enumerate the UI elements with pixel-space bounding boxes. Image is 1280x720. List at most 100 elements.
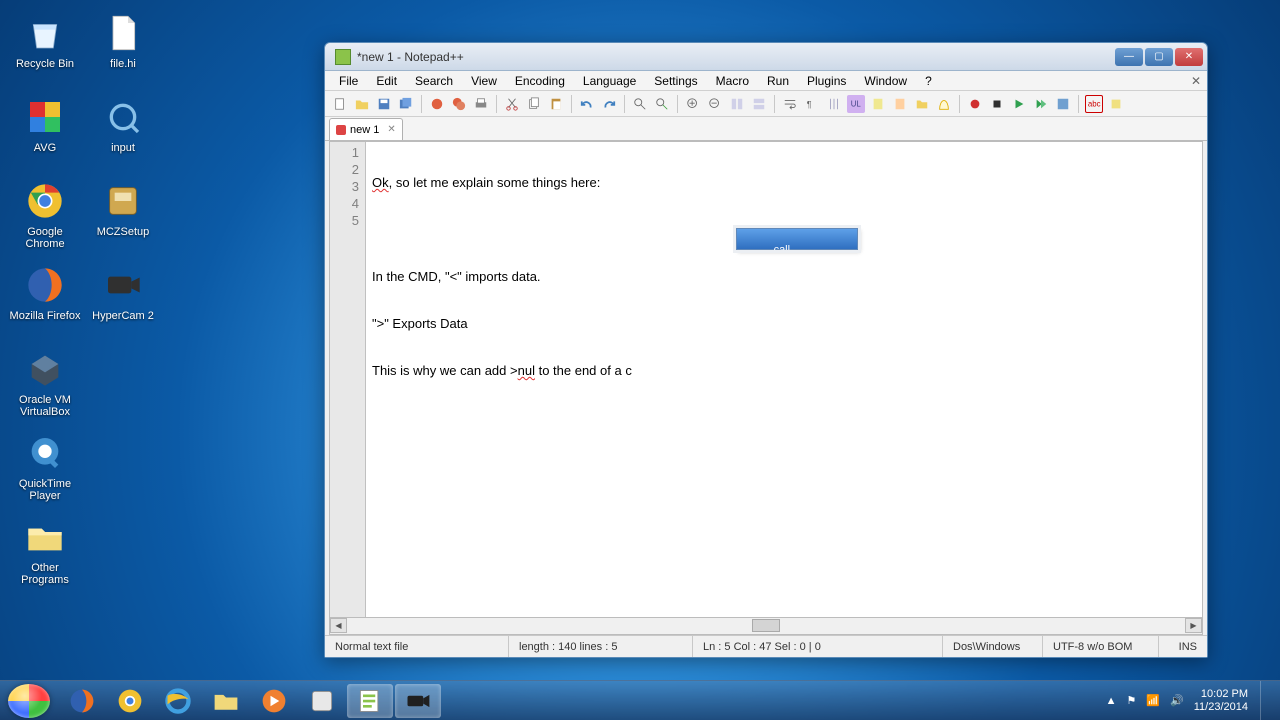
spellcheck-button[interactable]: abc — [1085, 95, 1103, 113]
tab-new-1[interactable]: new 1 ✕ — [329, 118, 403, 140]
open-file-button[interactable] — [353, 95, 371, 113]
system-tray[interactable]: ▲ ⚑ 📶 🔊 10:02 PM 11/23/2014 — [1100, 688, 1254, 714]
maximize-button[interactable]: ▢ — [1145, 48, 1173, 66]
cut-button[interactable] — [503, 95, 521, 113]
menu-run[interactable]: Run — [759, 73, 797, 89]
close-button[interactable]: ✕ — [1175, 48, 1203, 66]
status-length: length : 140 lines : 5 — [509, 636, 693, 657]
menubar-close-icon[interactable]: ✕ — [1191, 74, 1201, 88]
tab-label: new 1 — [350, 124, 379, 136]
scroll-thumb[interactable] — [752, 619, 780, 632]
sync-v-button[interactable] — [728, 95, 746, 113]
save-button[interactable] — [375, 95, 393, 113]
taskbar-media[interactable] — [251, 684, 297, 718]
autocomplete-popup[interactable]: call — [736, 228, 858, 250]
taskbar-explorer[interactable] — [203, 684, 249, 718]
sync-h-button[interactable] — [750, 95, 768, 113]
statusbar: Normal text file length : 140 lines : 5 … — [325, 635, 1207, 657]
titlebar[interactable]: *new 1 - Notepad++ — ▢ ✕ — [325, 43, 1207, 71]
paste-button[interactable] — [547, 95, 565, 113]
menu-language[interactable]: Language — [575, 73, 644, 89]
menu-file[interactable]: File — [331, 73, 366, 89]
indent-guide-button[interactable] — [825, 95, 843, 113]
desktop-icon-google-chrome[interactable]: Google Chrome — [8, 176, 82, 260]
desktop-icon-file-hi[interactable]: file.hi — [86, 8, 160, 92]
menubar: File Edit Search View Encoding Language … — [325, 71, 1207, 91]
menu-settings[interactable]: Settings — [646, 73, 705, 89]
zoom-in-button[interactable] — [684, 95, 702, 113]
menu-plugins[interactable]: Plugins — [799, 73, 854, 89]
desktop-icon-hypercam2[interactable]: HyperCam 2 — [86, 260, 160, 344]
desktop-icon-recycle-bin[interactable]: Recycle Bin — [8, 8, 82, 92]
save-macro-button[interactable] — [1054, 95, 1072, 113]
desktop: Recycle Bin AVG Google Chrome Mozilla Fi… — [0, 0, 1280, 720]
tray-flag-icon[interactable]: ⚑ — [1126, 694, 1136, 707]
print-button[interactable] — [472, 95, 490, 113]
new-file-button[interactable] — [331, 95, 349, 113]
show-hide-button[interactable] — [1107, 95, 1125, 113]
wordwrap-button[interactable] — [781, 95, 799, 113]
taskbar: ▲ ⚑ 📶 🔊 10:02 PM 11/23/2014 — [0, 680, 1280, 720]
redo-button[interactable] — [600, 95, 618, 113]
close-all-button[interactable] — [450, 95, 468, 113]
tab-modified-icon — [336, 125, 346, 135]
copy-button[interactable] — [525, 95, 543, 113]
all-chars-button[interactable]: ¶ — [803, 95, 821, 113]
folder-view-button[interactable] — [913, 95, 931, 113]
taskbar-ie[interactable] — [155, 684, 201, 718]
menu-view[interactable]: View — [463, 73, 505, 89]
desktop-icons: Recycle Bin AVG Google Chrome Mozilla Fi… — [8, 8, 160, 596]
save-all-button[interactable] — [397, 95, 415, 113]
autocomplete-item[interactable]: call — [774, 244, 791, 256]
desktop-icon-avg[interactable]: AVG — [8, 92, 82, 176]
udl-button[interactable]: UL — [847, 95, 865, 113]
desktop-icon-input[interactable]: input — [86, 92, 160, 176]
code-area[interactable]: Ok, so let me explain some things here: … — [366, 142, 1202, 617]
tray-volume-icon[interactable]: 🔊 — [1170, 694, 1184, 707]
app-icon — [335, 49, 351, 65]
desktop-icon-quicktime-player[interactable]: QuickTime Player — [8, 428, 82, 512]
undo-button[interactable] — [578, 95, 596, 113]
close-file-button[interactable] — [428, 95, 446, 113]
svg-text:¶: ¶ — [807, 99, 812, 109]
monitor-button[interactable] — [935, 95, 953, 113]
taskbar-firefox[interactable] — [59, 684, 105, 718]
tray-network-icon[interactable]: 📶 — [1146, 694, 1160, 707]
taskbar-notepadpp[interactable] — [347, 684, 393, 718]
menu-macro[interactable]: Macro — [708, 73, 757, 89]
desktop-icon-mczsetup[interactable]: MCZSetup — [86, 176, 160, 260]
editor[interactable]: 1 2 3 4 5 Ok, so let me explain some thi… — [329, 141, 1203, 618]
line-number-gutter: 1 2 3 4 5 — [330, 142, 366, 617]
taskbar-generic[interactable] — [299, 684, 345, 718]
show-desktop-button[interactable] — [1260, 681, 1272, 720]
tray-clock[interactable]: 10:02 PM 11/23/2014 — [1194, 688, 1248, 714]
taskbar-chrome[interactable] — [107, 684, 153, 718]
menu-help[interactable]: ? — [917, 73, 940, 89]
tabbar: new 1 ✕ — [325, 117, 1207, 141]
find-button[interactable] — [631, 95, 649, 113]
menu-edit[interactable]: Edit — [368, 73, 405, 89]
start-button[interactable] — [8, 684, 50, 718]
doc-map-button[interactable] — [869, 95, 887, 113]
desktop-icon-mozilla-firefox[interactable]: Mozilla Firefox — [8, 260, 82, 344]
menu-encoding[interactable]: Encoding — [507, 73, 573, 89]
tab-close-icon[interactable]: ✕ — [387, 124, 395, 135]
menu-window[interactable]: Window — [856, 73, 915, 89]
replace-button[interactable] — [653, 95, 671, 113]
scroll-left-button[interactable]: ◀ — [330, 618, 347, 633]
play-macro-button[interactable] — [1010, 95, 1028, 113]
scroll-right-button[interactable]: ▶ — [1185, 618, 1202, 633]
menu-search[interactable]: Search — [407, 73, 461, 89]
zoom-out-button[interactable] — [706, 95, 724, 113]
tray-chevron-icon[interactable]: ▲ — [1106, 695, 1117, 707]
play-multi-button[interactable] — [1032, 95, 1050, 113]
minimize-button[interactable]: — — [1115, 48, 1143, 66]
horizontal-scrollbar[interactable]: ◀ ▶ — [329, 618, 1203, 635]
status-position: Ln : 5 Col : 47 Sel : 0 | 0 — [693, 636, 943, 657]
desktop-icon-oracle-vm-virtualbox[interactable]: Oracle VM VirtualBox — [8, 344, 82, 428]
stop-macro-button[interactable] — [988, 95, 1006, 113]
func-list-button[interactable] — [891, 95, 909, 113]
desktop-icon-other-programs[interactable]: Other Programs — [8, 512, 82, 596]
record-macro-button[interactable] — [966, 95, 984, 113]
taskbar-hypercam[interactable] — [395, 684, 441, 718]
